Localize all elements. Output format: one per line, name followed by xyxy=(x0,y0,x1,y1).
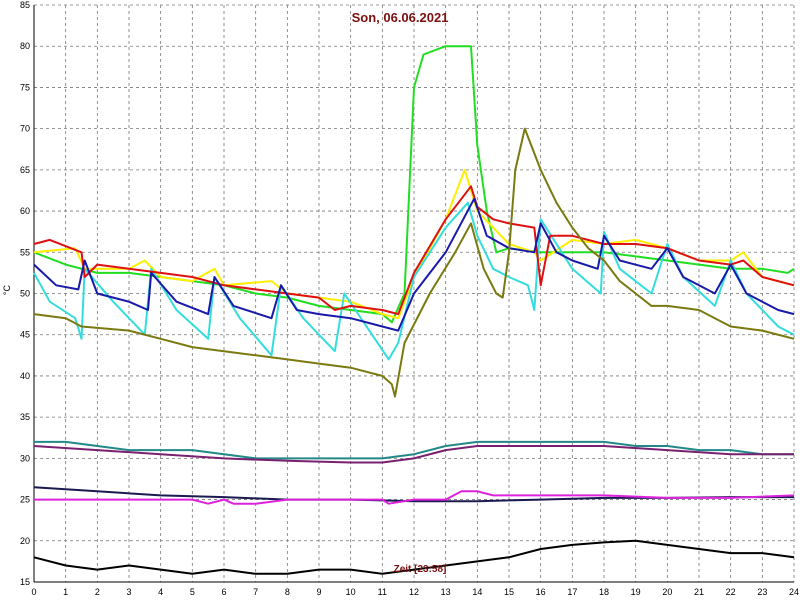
x-tick-label: 19 xyxy=(631,587,641,597)
y-tick-label: 85 xyxy=(20,0,30,10)
y-tick-label: 80 xyxy=(20,41,30,51)
x-tick-label: 5 xyxy=(190,587,195,597)
y-tick-label: 45 xyxy=(20,330,30,340)
time-annotation: Zeit [23:58] xyxy=(394,564,447,575)
y-tick-label: 30 xyxy=(20,453,30,463)
x-tick-label: 6 xyxy=(221,587,226,597)
y-tick-label: 70 xyxy=(20,124,30,134)
chart-title: Son, 06.06.2021 xyxy=(352,10,449,25)
x-tick-label: 7 xyxy=(253,587,258,597)
x-tick-label: 21 xyxy=(694,587,704,597)
x-tick-label: 18 xyxy=(599,587,609,597)
x-tick-label: 20 xyxy=(662,587,672,597)
x-tick-label: 2 xyxy=(95,587,100,597)
y-tick-label: 25 xyxy=(20,495,30,505)
y-tick-label: 50 xyxy=(20,289,30,299)
x-tick-label: 16 xyxy=(536,587,546,597)
x-tick-label: 15 xyxy=(504,587,514,597)
y-axis-label: °C xyxy=(2,284,12,295)
x-tick-label: 12 xyxy=(409,587,419,597)
y-tick-label: 20 xyxy=(20,536,30,546)
y-tick-label: 60 xyxy=(20,206,30,216)
y-tick-label: 35 xyxy=(20,412,30,422)
x-tick-label: 0 xyxy=(31,587,36,597)
y-tick-label: 65 xyxy=(20,165,30,175)
x-tick-label: 8 xyxy=(285,587,290,597)
x-tick-label: 10 xyxy=(346,587,356,597)
temperature-chart: 0 1 2 3 4 5 6 7 8 9 10 11 12 13 14 15 16 17 18 19 20 21 22 23 24… xyxy=(2,0,799,597)
x-tick-label: 22 xyxy=(726,587,736,597)
y-tick-label: 40 xyxy=(20,371,30,381)
x-tick-label: 9 xyxy=(316,587,321,597)
x-tick-label: 14 xyxy=(472,587,482,597)
y-tick-label: 75 xyxy=(20,82,30,92)
x-tick-label: 13 xyxy=(441,587,451,597)
y-tick-label: 55 xyxy=(20,247,30,257)
x-tick-label: 11 xyxy=(378,587,387,597)
x-tick-label: 3 xyxy=(126,587,131,597)
x-tick-label: 17 xyxy=(567,587,577,597)
y-tick-label: 15 xyxy=(20,577,30,587)
x-tick-label: 24 xyxy=(789,587,799,597)
x-tick-label: 1 xyxy=(63,587,68,597)
x-tick-label: 4 xyxy=(158,587,163,597)
x-tick-label: 23 xyxy=(757,587,767,597)
